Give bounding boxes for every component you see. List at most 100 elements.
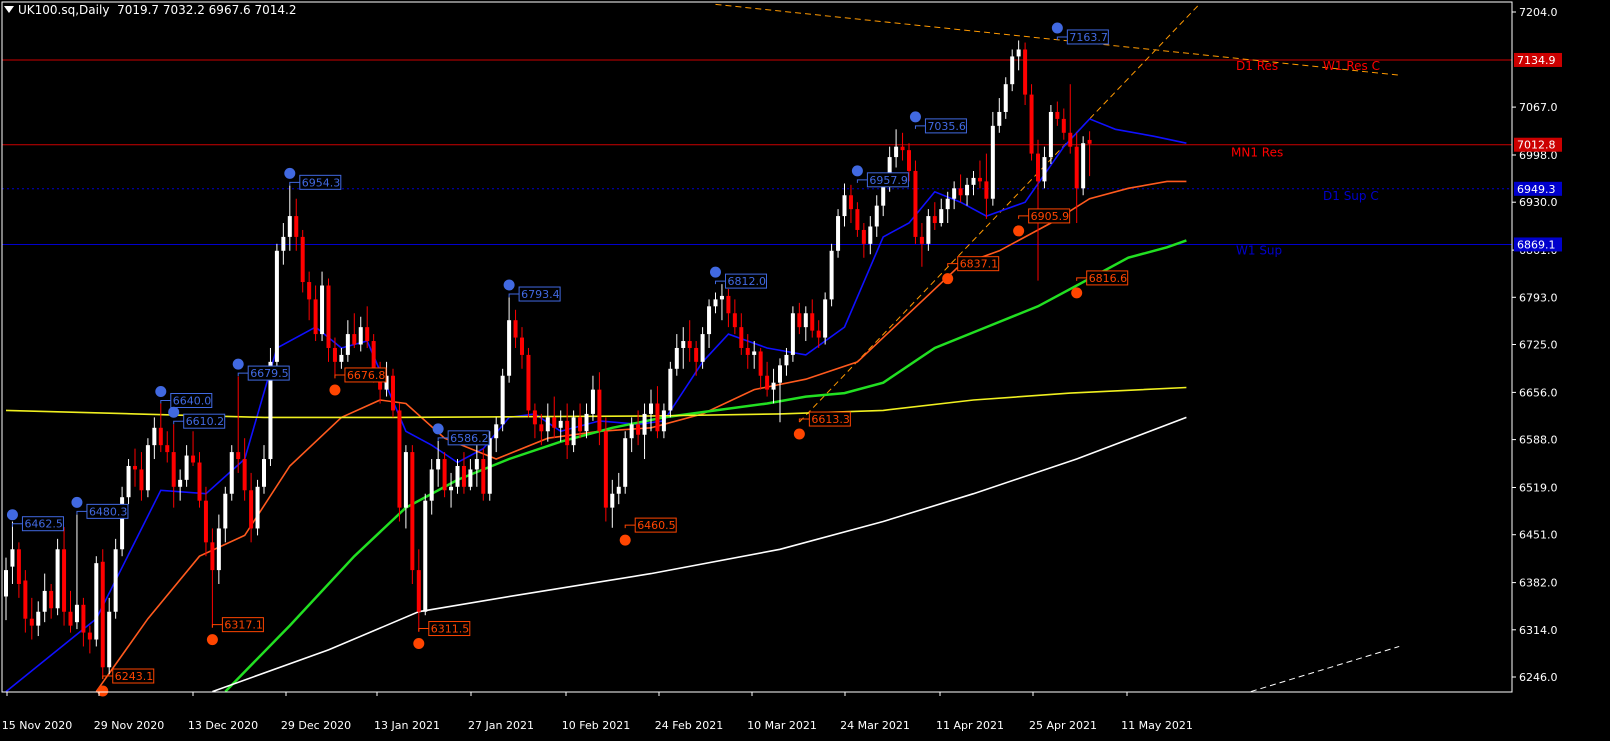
candle-body [939, 209, 944, 224]
candle-body [1042, 157, 1047, 182]
candle-body [500, 375, 505, 425]
candle-body [352, 334, 357, 345]
candle-body [590, 389, 595, 414]
candle[interactable] [229, 445, 234, 501]
candle[interactable] [120, 486, 125, 557]
time-tick-label: 11 Apr 2021 [936, 719, 1004, 732]
swing-low-marker [329, 384, 341, 396]
swing-low-marker [942, 273, 954, 285]
candle[interactable] [526, 347, 531, 418]
swing-low-label: 6676.8 [347, 369, 386, 382]
candle-body [545, 417, 550, 432]
candle[interactable] [55, 538, 60, 616]
candle-body [578, 417, 583, 432]
candle[interactable] [410, 445, 415, 584]
candle[interactable] [990, 111, 995, 206]
candle-body [29, 618, 34, 626]
candle-body [262, 459, 266, 487]
candle-body [468, 469, 473, 487]
candle-body [74, 604, 79, 623]
candle-body [397, 410, 402, 508]
level-price-tag-label: 6949.3 [1517, 183, 1556, 196]
candle[interactable] [1048, 105, 1053, 165]
candle[interactable] [145, 438, 150, 498]
candle-body [520, 337, 524, 355]
candle[interactable] [603, 417, 608, 522]
candle-body [990, 125, 995, 199]
candle-body [655, 403, 660, 432]
swing-high-marker [909, 111, 921, 123]
candle-body [68, 611, 73, 626]
swing-low-label: 6613.3 [811, 413, 850, 426]
candle-body [636, 424, 641, 435]
candle-body [861, 229, 866, 244]
time-tick-label: 10 Feb 2021 [562, 719, 630, 732]
candle[interactable] [1081, 136, 1086, 196]
swing-low-marker [206, 634, 218, 646]
candle[interactable] [397, 403, 402, 522]
candle-body [797, 313, 802, 328]
candle[interactable] [1029, 84, 1034, 161]
candle-body [410, 452, 415, 571]
swing-high-marker [6, 509, 18, 521]
candle[interactable] [623, 431, 628, 494]
candle-body [1036, 153, 1040, 182]
candle[interactable] [500, 368, 505, 432]
candle[interactable] [668, 361, 673, 418]
candle-body [674, 347, 679, 369]
swing-high-marker [432, 423, 444, 435]
candle-body [365, 327, 370, 342]
swing-high-label: 6586.2 [450, 432, 489, 445]
swing-high-marker [284, 167, 296, 179]
candle[interactable] [94, 556, 99, 647]
candle-body [294, 216, 299, 237]
candle-body [597, 389, 602, 432]
candle-body [494, 424, 499, 439]
price-tick-label: 6382.0 [1519, 577, 1558, 590]
candle[interactable] [100, 549, 105, 680]
candle[interactable] [255, 479, 260, 536]
candle-body [1068, 132, 1073, 147]
candle[interactable] [829, 243, 834, 307]
candle-body [49, 590, 54, 609]
swing-high-label: 6957.9 [869, 174, 908, 187]
candle-body [771, 382, 776, 390]
candle-body [191, 455, 196, 463]
candle[interactable] [274, 243, 279, 369]
candle[interactable] [913, 160, 918, 244]
candle[interactable] [823, 292, 828, 345]
swing-high-label: 6954.3 [302, 176, 341, 189]
candle-body [461, 465, 466, 487]
candle[interactable] [423, 493, 428, 616]
candle[interactable] [113, 538, 118, 619]
candle-body [816, 330, 821, 338]
candle-body [1029, 94, 1034, 154]
candle-body [894, 146, 899, 158]
level-price-tag-label: 7012.8 [1517, 139, 1556, 152]
price-tick-label: 7067.0 [1519, 101, 1558, 114]
price-tick-label: 6519.0 [1519, 481, 1558, 494]
candle[interactable] [790, 306, 795, 362]
candle-body [1055, 111, 1060, 119]
swing-low-marker [619, 534, 631, 546]
candle-body [442, 459, 447, 491]
candle-body [1087, 139, 1092, 144]
swing-low-marker [1071, 287, 1083, 299]
candle-body [16, 549, 21, 584]
swing-high-label: 6640.0 [173, 395, 212, 408]
candle[interactable] [836, 209, 841, 258]
time-tick-label: 29 Nov 2020 [94, 719, 164, 732]
candle-body [55, 549, 60, 609]
swing-low-label: 6311.5 [431, 623, 470, 636]
candle-body [694, 347, 699, 362]
ohlc-label: 7019.7 7032.2 6967.6 7014.2 [117, 3, 297, 17]
candlestick-chart[interactable]: 6462.5 6480.3 6640.0 6610.2 6679.5 6954.3 6586… [0, 0, 1610, 737]
menu-triangle-icon[interactable] [4, 6, 14, 13]
candle-body [474, 459, 479, 470]
candle-body [739, 327, 744, 348]
candle-body [62, 549, 67, 612]
chart-header: UK100.sq,Daily 7019.7 7032.2 6967.6 7014… [4, 3, 296, 17]
candle-body [784, 354, 789, 366]
candle-body [765, 375, 770, 390]
candle[interactable] [391, 368, 395, 418]
